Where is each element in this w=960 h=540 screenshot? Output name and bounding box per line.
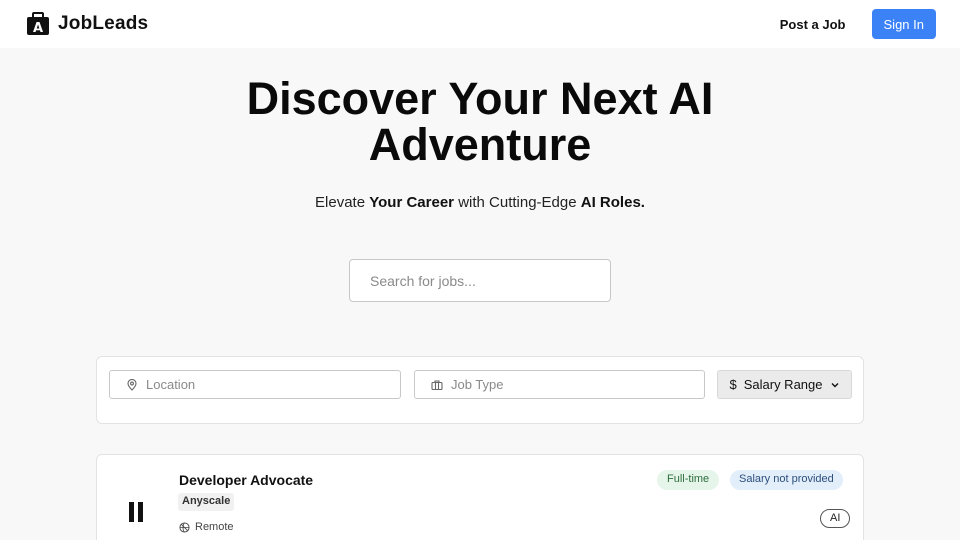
salary-range-label: Salary Range bbox=[743, 377, 823, 392]
location-filter-input[interactable]: Location bbox=[109, 370, 401, 399]
svg-text:A: A bbox=[33, 21, 43, 36]
sign-in-button[interactable]: Sign In bbox=[871, 9, 936, 39]
category-tag[interactable]: AI bbox=[820, 509, 851, 528]
briefcase-icon bbox=[431, 379, 443, 390]
brand[interactable]: A JobLeads bbox=[26, 12, 148, 36]
brand-name: JobLeads bbox=[58, 13, 149, 34]
salary-badge: Salary not provided bbox=[730, 470, 843, 490]
hero-subtitle: Elevate Your Career with Cutting-Edge AI… bbox=[0, 194, 960, 211]
subtitle-part-2: with Cutting-Edge bbox=[458, 194, 577, 211]
job-location: Remote bbox=[179, 521, 234, 533]
header-nav: Post a Job Sign In bbox=[780, 9, 936, 39]
salary-range-dropdown[interactable]: $ Salary Range bbox=[717, 370, 852, 399]
subtitle-bold-1: Your Career bbox=[369, 194, 455, 211]
post-job-link[interactable]: Post a Job bbox=[780, 17, 846, 32]
location-placeholder: Location bbox=[146, 377, 196, 392]
map-pin-icon bbox=[127, 378, 137, 391]
job-type-badge: Full-time bbox=[657, 470, 720, 490]
company-name: Anyscale bbox=[178, 493, 235, 511]
top-navbar: A JobLeads Post a Job Sign In bbox=[0, 0, 960, 48]
chevron-down-icon bbox=[831, 382, 838, 387]
hero-title-line-1: Discover Your Next AI bbox=[246, 73, 714, 124]
remote-icon bbox=[179, 521, 190, 533]
job-title[interactable]: Developer Advocate bbox=[179, 472, 313, 488]
job-search-input[interactable] bbox=[349, 259, 611, 302]
subtitle-bold-2: AI Roles. bbox=[580, 194, 645, 211]
company-logo bbox=[129, 502, 145, 522]
subtitle-part-1: Elevate bbox=[315, 194, 366, 211]
briefcase-icon: A bbox=[27, 12, 49, 36]
hero-title: Discover Your Next AI Adventure bbox=[0, 76, 960, 168]
dollar-icon: $ bbox=[729, 377, 737, 392]
job-type-filter-input[interactable]: Job Type bbox=[414, 370, 705, 399]
hero-title-line-2: Adventure bbox=[368, 119, 592, 170]
job-type-placeholder: Job Type bbox=[451, 377, 504, 392]
job-card[interactable]: Developer Advocate Anyscale Remote Full-… bbox=[96, 454, 864, 540]
filter-panel: Location Job Type $ Salary Range bbox=[96, 356, 864, 424]
job-location-text: Remote bbox=[195, 521, 234, 533]
